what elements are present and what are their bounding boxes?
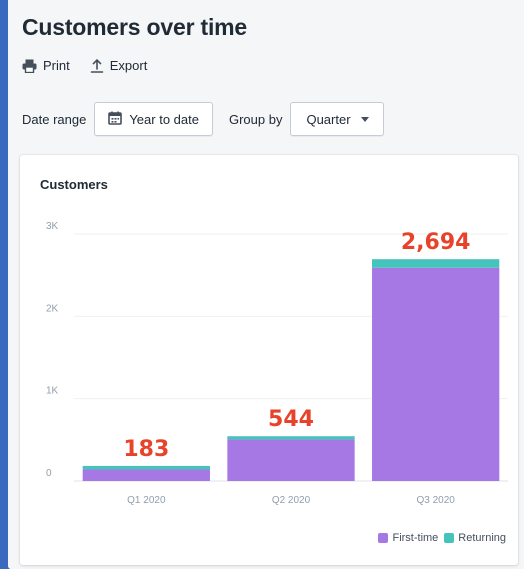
x-tick-label: Q1 2020 — [127, 495, 166, 506]
group-by-value: Quarter — [306, 111, 351, 127]
x-tick-label: Q2 2020 — [272, 495, 311, 506]
y-tick-label: 0 — [46, 468, 52, 479]
y-tick-label: 3K — [46, 221, 59, 232]
export-icon — [90, 58, 104, 73]
export-label: Export — [109, 58, 148, 73]
legend-label-returning: Returning — [458, 532, 506, 544]
bar-returning — [372, 259, 500, 268]
calendar-icon — [108, 111, 123, 128]
bar-first-time — [82, 469, 210, 481]
group-by-label: Group by — [228, 111, 283, 127]
x-tick-label: Q3 2020 — [416, 495, 455, 506]
date-range-button[interactable]: Year to date — [94, 102, 213, 136]
filter-bar: Date range Year to date Group by Quarter — [22, 102, 384, 136]
page: Customers over time Print Export Date ra… — [8, 0, 524, 569]
export-button[interactable]: Export — [90, 58, 148, 73]
date-range-label: Date range — [22, 111, 87, 127]
legend-swatch-returning — [444, 533, 455, 543]
legend-label-first-time: First-time — [392, 532, 439, 544]
y-tick-label: 1K — [46, 386, 59, 397]
total-annotation: 2,694 — [401, 230, 471, 255]
chart-legend: First-time Returning — [378, 532, 506, 544]
caret-down-icon — [360, 116, 369, 122]
group-by-select[interactable]: Quarter — [290, 102, 384, 136]
page-title: Customers over time — [22, 14, 247, 40]
bar-first-time — [227, 439, 355, 481]
total-annotation: 544 — [268, 407, 314, 432]
legend-item-first-time: First-time — [378, 532, 438, 544]
y-tick-label: 2K — [46, 303, 59, 314]
bar-returning — [227, 436, 355, 440]
customers-chart: 0 1K 2K 3K Q1 2020 183 Q2 2020 544 Q3 2020 2,694 — [46, 221, 508, 506]
chart-card: Customers 0 1K 2K 3K Q1 2020 183 Q2 2020 544 Q3 … — [20, 155, 518, 565]
print-label: Print — [43, 58, 70, 73]
bar-first-time — [372, 267, 500, 481]
total-annotation: 183 — [123, 437, 169, 462]
date-range-value: Year to date — [129, 111, 199, 127]
bar-returning — [82, 465, 210, 470]
legend-item-returning: Returning — [444, 532, 506, 544]
legend-swatch-first-time — [378, 533, 389, 543]
printer-icon — [22, 59, 37, 73]
page-actions: Print Export — [22, 58, 147, 73]
print-button[interactable]: Print — [22, 58, 70, 73]
